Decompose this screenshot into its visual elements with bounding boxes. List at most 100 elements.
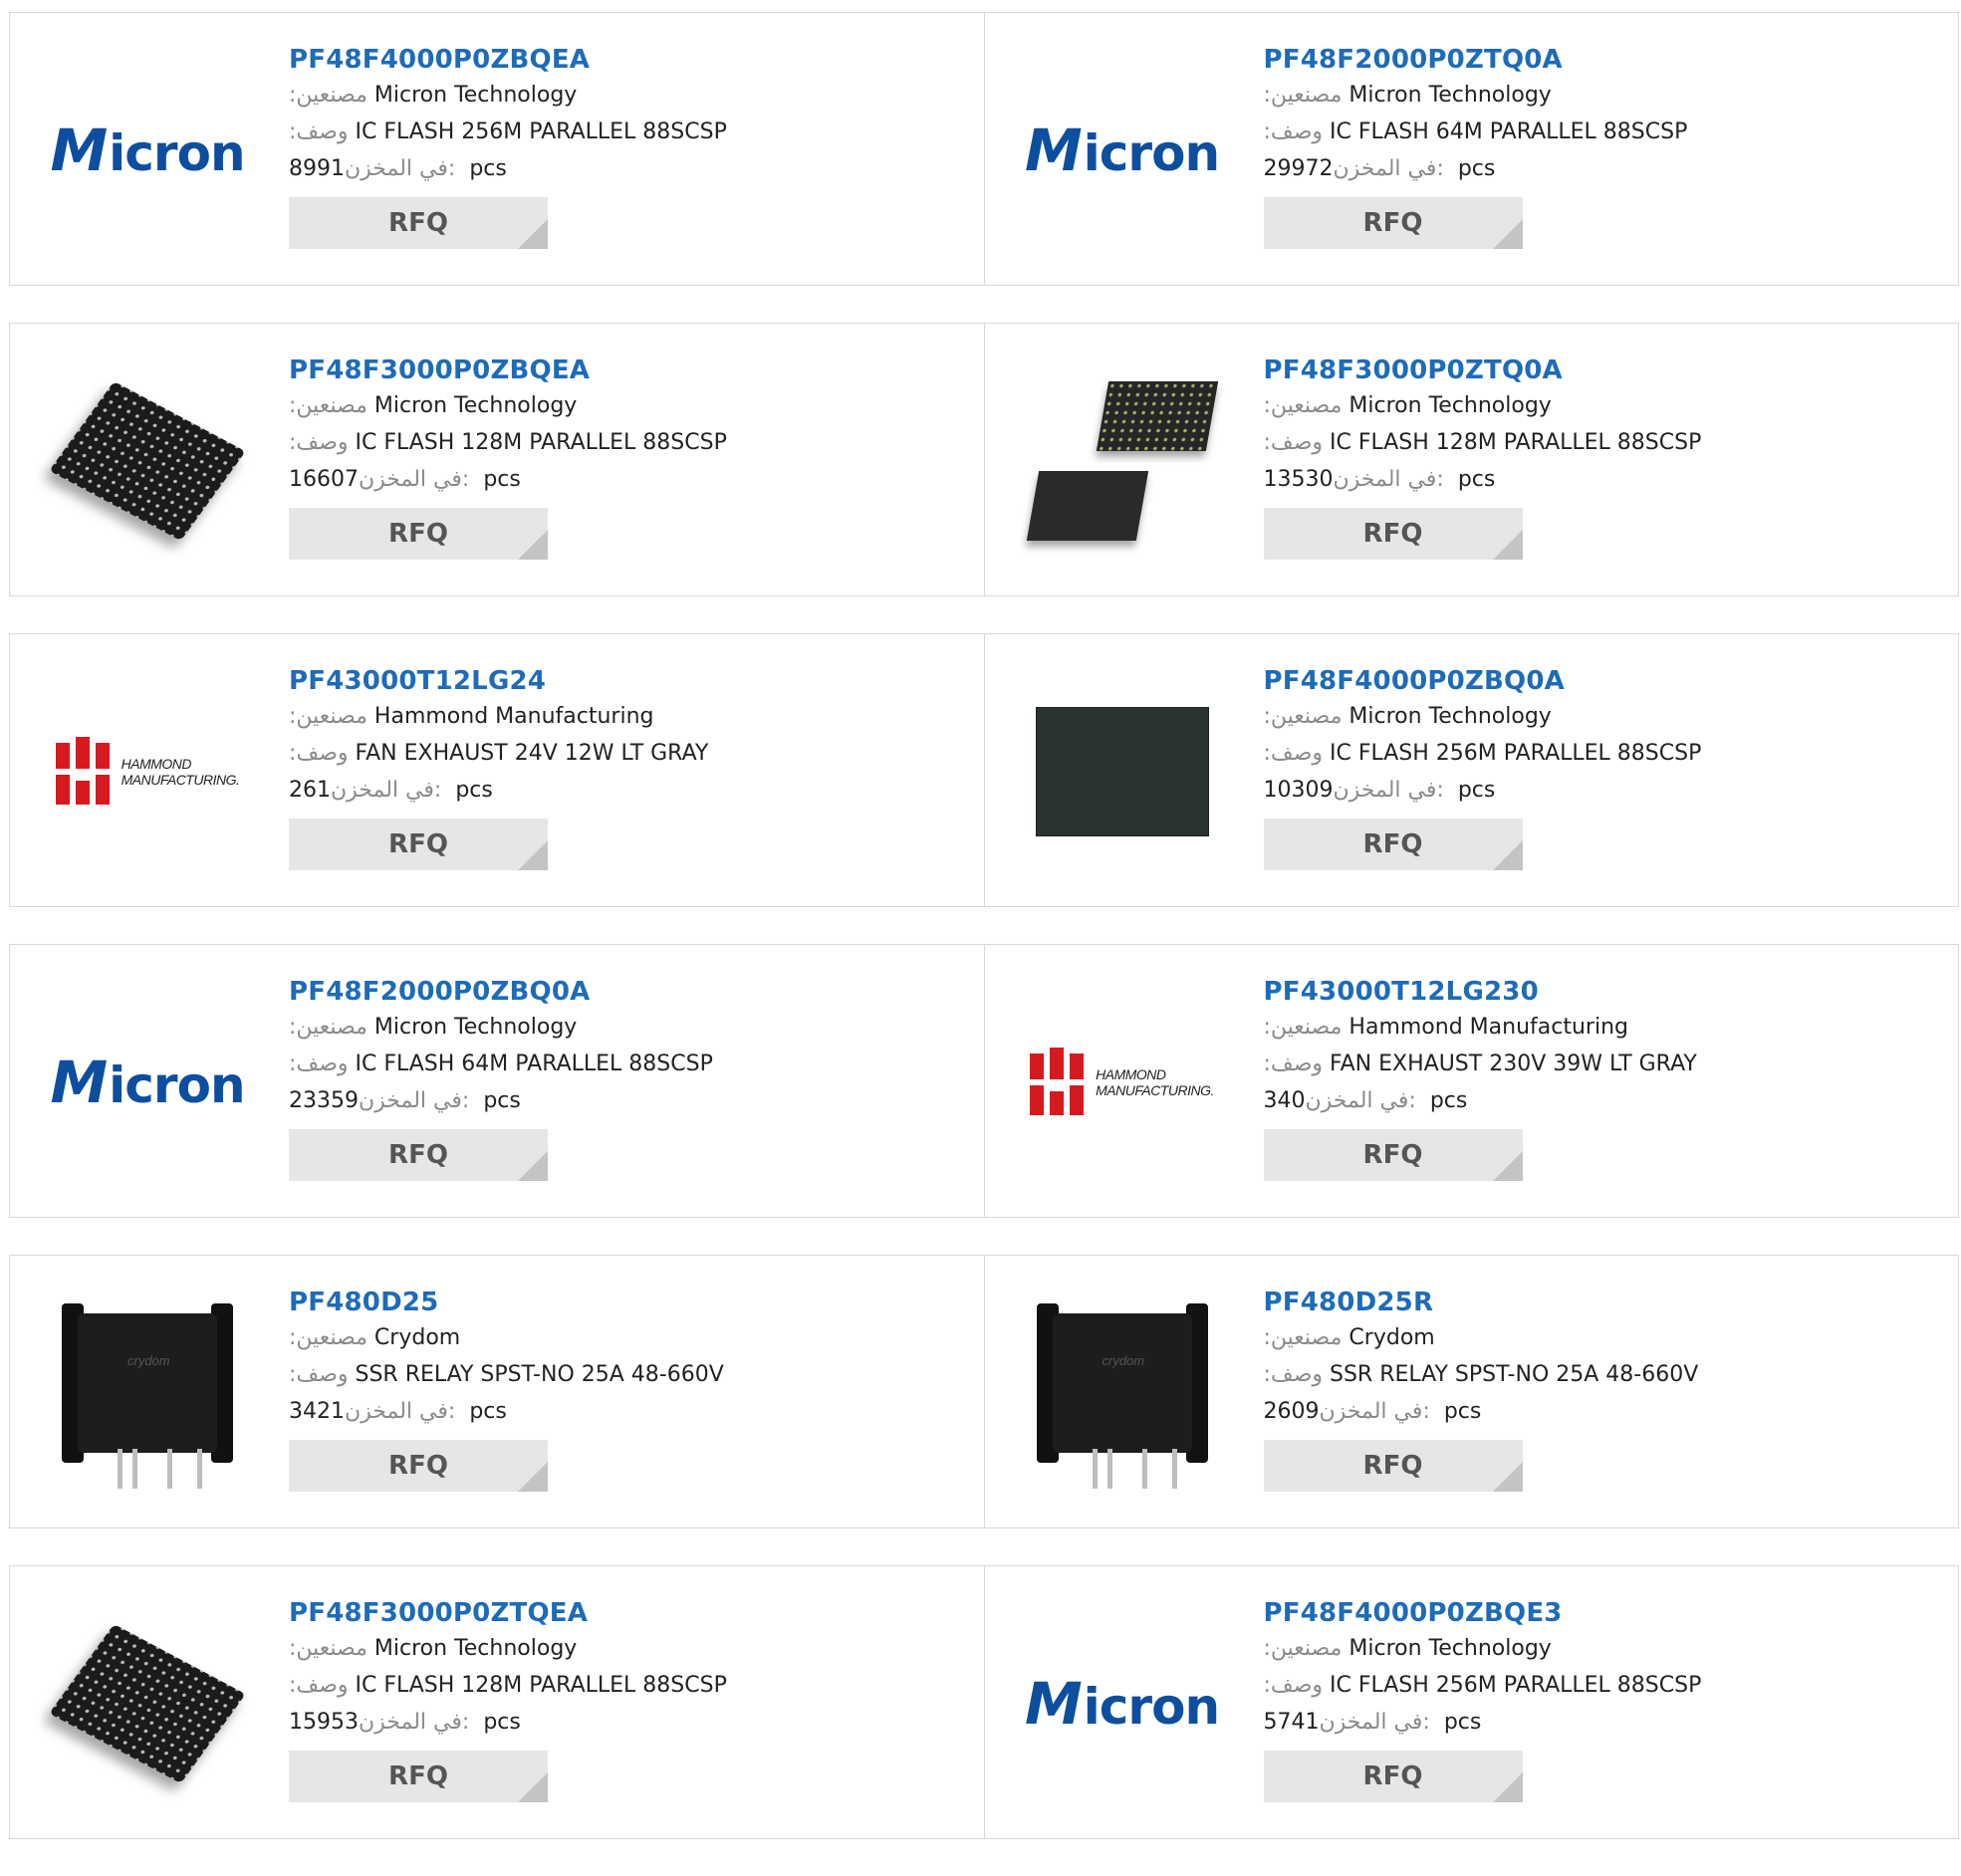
manufacturer-line: :مصنعين Micron Technology (1264, 387, 1941, 424)
stock-value: 23359 (289, 1088, 359, 1113)
pcs-unit: pcs (483, 1710, 521, 1735)
product-card: Micron PF48F2000P0ZTQ0A:مصنعين Micron Tec… (984, 12, 1959, 286)
product-card: crydom PF480D25R:مصنعين Crydom:وصف SSR RE… (984, 1255, 1959, 1528)
product-thumbnail[interactable]: crydom (48, 1293, 247, 1493)
rfq-button[interactable]: RFQ (289, 508, 548, 560)
pcs-unit: pcs (1443, 1710, 1482, 1735)
part-number-link[interactable]: PF48F4000P0ZBQEA (289, 43, 966, 77)
product-thumbnail[interactable] (48, 1604, 247, 1803)
product-card: Micron PF48F4000P0ZBQE3:مصنعين Micron Tec… (984, 1565, 1959, 1839)
product-row: Micron PF48F2000P0ZBQ0A:مصنعين Micron Tec… (9, 944, 1959, 1218)
product-thumbnail[interactable]: crydom (1023, 1293, 1222, 1493)
description-label: :وصف (289, 1362, 349, 1387)
product-thumbnail[interactable]: HAMMOND MANUFACTURING. (1023, 983, 1222, 1182)
stock-value: 8991 (289, 156, 345, 181)
product-thumbnail[interactable]: Micron (48, 51, 247, 250)
rfq-button[interactable]: RFQ (1263, 197, 1523, 249)
manufacturer-line: :مصنعين Micron Technology (289, 1630, 966, 1667)
part-number-link[interactable]: PF48F4000P0ZBQE3 (1264, 1596, 1941, 1630)
stock-label: في المخزن: (359, 467, 470, 492)
description-value: FAN EXHAUST 230V 39W LT GRAY (1330, 1052, 1697, 1076)
part-number-link[interactable]: PF48F3000P0ZTQ0A (1264, 353, 1941, 387)
description-line: :وصف IC FLASH 256M PARALLEL 88SCSP (1264, 1667, 1941, 1704)
product-card: HAMMOND MANUFACTURING. PF43000T12LG230:مصن… (984, 944, 1959, 1218)
description-value: SSR RELAY SPST-NO 25A 48-660V (355, 1362, 724, 1387)
part-number-link[interactable]: PF48F2000P0ZBQ0A (289, 975, 966, 1009)
stock-line: 15953في المخزن: pcs (289, 1704, 966, 1741)
pcs-unit: pcs (469, 156, 507, 181)
part-number-link[interactable]: PF48F3000P0ZBQEA (289, 353, 966, 387)
description-label: :وصف (1263, 741, 1324, 766)
stock-line: 3421في المخزن: pcs (289, 1393, 966, 1430)
rfq-button[interactable]: RFQ (1263, 1129, 1523, 1181)
part-number-link[interactable]: PF43000T12LG230 (1264, 975, 1941, 1009)
part-number-link[interactable]: PF48F3000P0ZTQEA (289, 1596, 966, 1630)
pcs-unit: pcs (1429, 1088, 1468, 1113)
rfq-button[interactable]: RFQ (1263, 1751, 1523, 1802)
product-thumbnail[interactable]: HAMMOND MANUFACTURING. (48, 672, 247, 871)
part-number-link[interactable]: PF48F2000P0ZTQ0A (1264, 43, 1941, 77)
product-thumbnail[interactable] (1023, 672, 1222, 871)
rfq-button[interactable]: RFQ (289, 197, 548, 249)
description-value: SSR RELAY SPST-NO 25A 48-660V (1330, 1362, 1699, 1387)
product-thumbnail[interactable] (1023, 361, 1222, 561)
description-label: :وصف (1263, 1052, 1324, 1076)
description-value: IC FLASH 256M PARALLEL 88SCSP (1330, 1673, 1702, 1698)
description-label: :وصف (1263, 1673, 1324, 1698)
description-value: IC FLASH 128M PARALLEL 88SCSP (355, 430, 727, 455)
rfq-button[interactable]: RFQ (289, 819, 548, 870)
product-thumbnail[interactable]: Micron (1023, 51, 1222, 250)
manufacturer-value: Micron Technology (373, 1015, 578, 1040)
product-thumbnail[interactable]: Micron (48, 983, 247, 1182)
part-number-link[interactable]: PF48F4000P0ZBQ0A (1264, 664, 1941, 698)
manufacturer-label: :مصنعين (289, 393, 368, 418)
manufacturer-value: Hammond Manufacturing (1348, 1015, 1628, 1040)
description-line: :وصف IC FLASH 128M PARALLEL 88SCSP (289, 1667, 966, 1704)
product-thumbnail[interactable]: Micron (1023, 1604, 1222, 1803)
rfq-button[interactable]: RFQ (289, 1129, 548, 1181)
manufacturer-value: Micron Technology (1348, 393, 1552, 418)
pcs-unit: pcs (1457, 778, 1496, 803)
stock-value: 10309 (1263, 778, 1334, 803)
stock-value: 16607 (289, 467, 359, 492)
manufacturer-line: :مصنعين Micron Technology (289, 387, 966, 424)
description-value: IC FLASH 256M PARALLEL 88SCSP (355, 119, 727, 144)
micron-logo: Micron (1024, 117, 1220, 184)
part-number-link[interactable]: PF43000T12LG24 (289, 664, 966, 698)
manufacturer-label: :مصنعين (289, 1325, 368, 1350)
pcs-unit: pcs (455, 778, 493, 803)
description-line: :وصف IC FLASH 128M PARALLEL 88SCSP (1264, 424, 1941, 461)
description-line: :وصف IC FLASH 64M PARALLEL 88SCSP (1264, 114, 1941, 150)
stock-value: 13530 (1263, 467, 1334, 492)
rfq-button[interactable]: RFQ (1263, 819, 1523, 870)
part-number-link[interactable]: PF480D25R (1264, 1286, 1941, 1319)
manufacturer-line: :مصنعين Micron Technology (289, 1009, 966, 1046)
hammond-logo: HAMMOND MANUFACTURING. (1030, 1048, 1214, 1117)
manufacturer-label: :مصنعين (1263, 1325, 1343, 1350)
manufacturer-value: Micron Technology (1348, 1636, 1552, 1661)
hammond-logo: HAMMOND MANUFACTURING. (55, 737, 240, 807)
square-chip-image (1035, 707, 1209, 836)
rfq-button[interactable]: RFQ (289, 1440, 548, 1492)
description-value: IC FLASH 64M PARALLEL 88SCSP (355, 1052, 713, 1076)
product-thumbnail[interactable] (48, 361, 247, 561)
manufacturer-line: :مصنعين Micron Technology (1264, 698, 1941, 735)
manufacturer-line: :مصنعين Micron Technology (1264, 77, 1941, 114)
manufacturer-label: :مصنعين (289, 704, 368, 729)
product-card: Micron PF48F2000P0ZBQ0A:مصنعين Micron Tec… (9, 944, 985, 1218)
part-number-link[interactable]: PF480D25 (289, 1286, 966, 1319)
micron-logo: Micron (50, 117, 245, 184)
description-label: :وصف (289, 119, 349, 144)
micron-logo: Micron (1024, 1670, 1220, 1738)
stock-line: 340في المخزن: pcs (1264, 1082, 1941, 1119)
manufacturer-value: Hammond Manufacturing (373, 704, 654, 729)
rfq-button[interactable]: RFQ (289, 1751, 548, 1802)
description-value: IC FLASH 64M PARALLEL 88SCSP (1330, 119, 1688, 144)
rfq-button[interactable]: RFQ (1263, 1440, 1523, 1492)
description-label: :وصف (289, 741, 349, 766)
hammond-mark-icon (55, 737, 112, 807)
stock-label: في المخزن: (1319, 1399, 1430, 1424)
stock-label: في المخزن: (345, 1399, 456, 1424)
rfq-button[interactable]: RFQ (1263, 508, 1523, 560)
stock-line: 29972في المخزن: pcs (1264, 150, 1941, 187)
